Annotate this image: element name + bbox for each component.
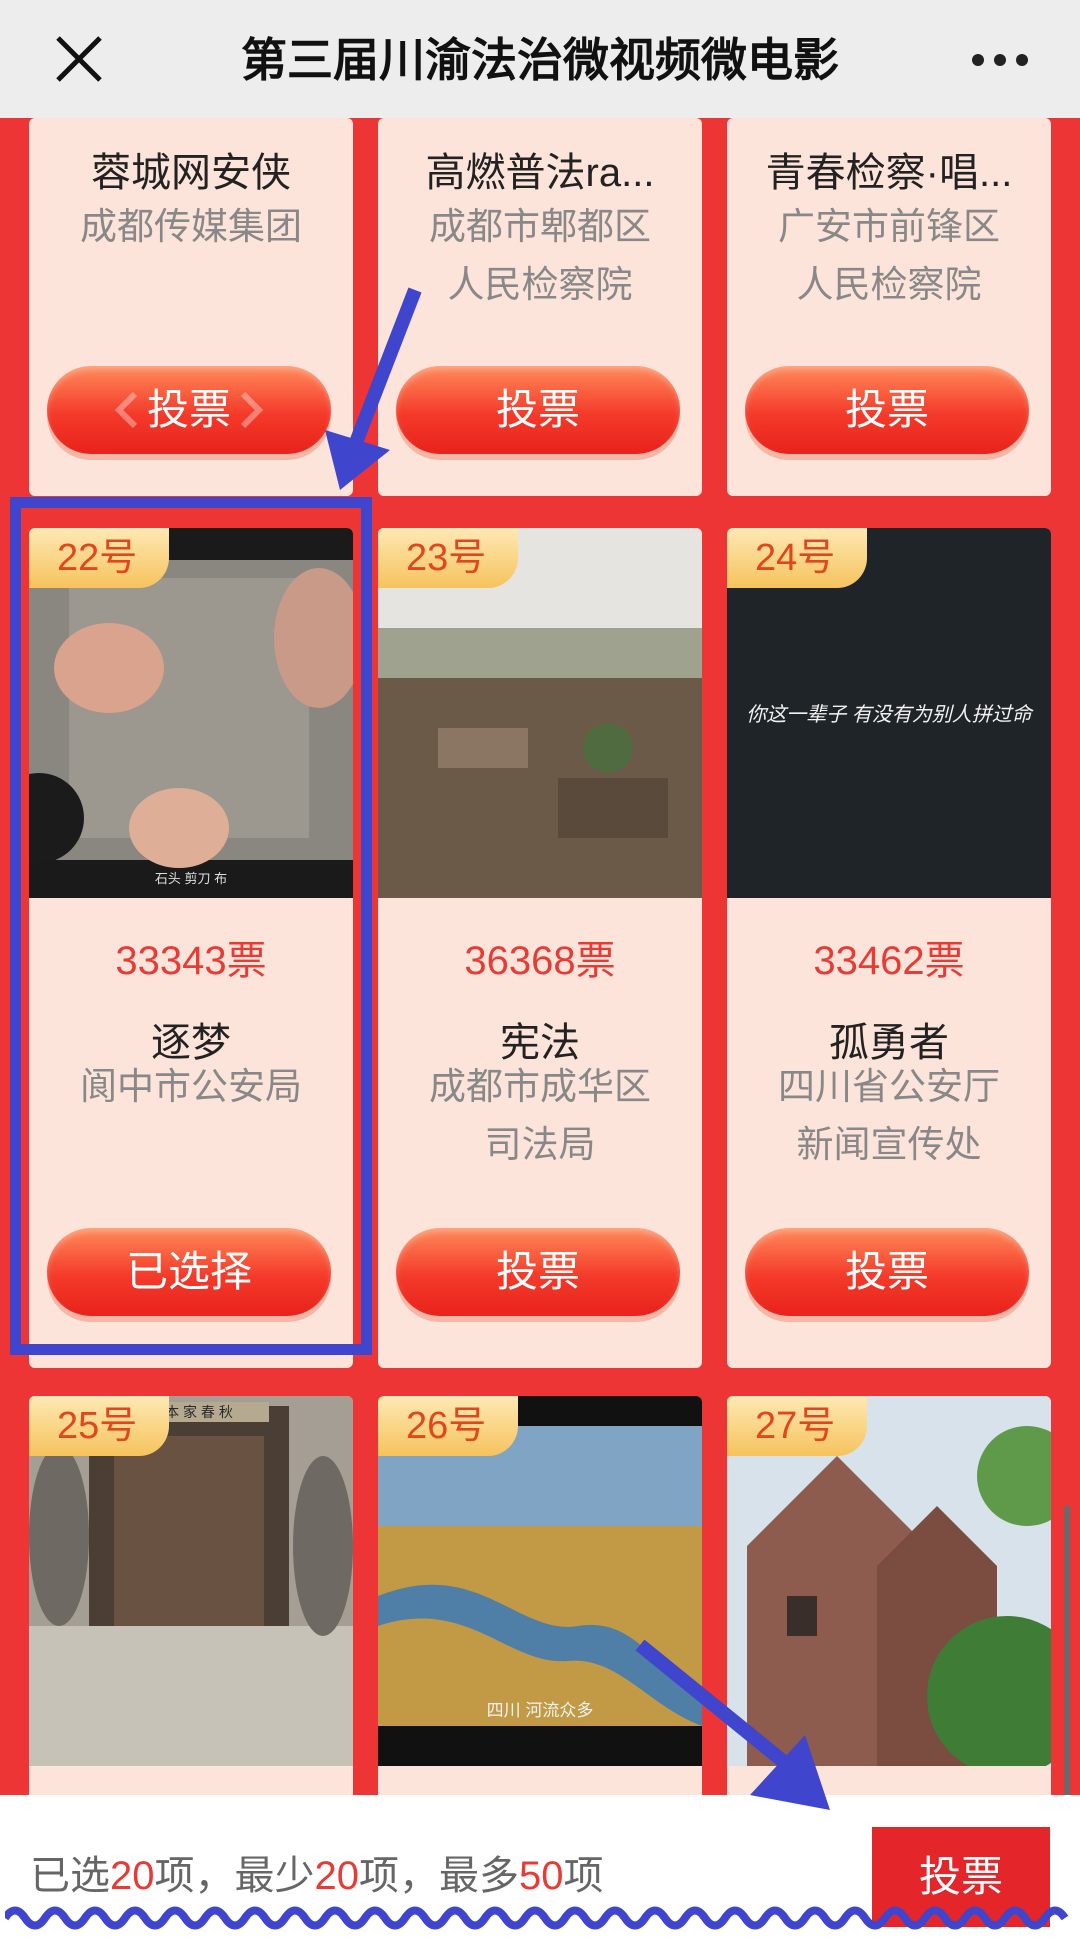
candidate-org: 成都传媒集团 — [80, 206, 302, 247]
number-badge: 26号 — [378, 1396, 518, 1456]
chevron-right-icon — [240, 391, 264, 429]
number-badge: 25号 — [29, 1396, 169, 1456]
vote-count: 36368票 — [464, 939, 616, 983]
candidate-org-line2: 人民检察院 — [447, 264, 633, 305]
vote-button[interactable]: 投票 — [47, 366, 331, 454]
number-badge: 24号 — [727, 528, 867, 588]
candidate-card-24[interactable]: 你这一辈子 有没有为别人拼过命 24号 33462票 孤勇者 四川省公安厅 新闻… — [727, 528, 1051, 1368]
annotation-arrow-down-right — [635, 1639, 830, 1810]
vote-button-label: 投票 — [146, 386, 231, 433]
thumbnail-caption: 你这一辈子 有没有为别人拼过命 — [746, 704, 1032, 726]
video-thumbnail[interactable]: 你这一辈子 有没有为别人拼过命 24号 — [727, 528, 1051, 898]
candidate-card[interactable]: 青春检察·唱... 广安市前锋区 人民检察院 投票 — [727, 118, 1051, 496]
vote-button[interactable]: 投票 — [396, 1228, 680, 1316]
video-thumbnail[interactable]: 23号 — [378, 528, 702, 898]
number-badge: 23号 — [378, 528, 518, 588]
min-count: 20 — [314, 1854, 360, 1898]
max-count: 50 — [519, 1854, 564, 1898]
candidate-org: 成都市成华区 — [429, 1066, 651, 1107]
vote-button-label: 投票 — [844, 386, 929, 433]
selection-highlight-box — [10, 497, 372, 1355]
vote-count: 33462票 — [813, 939, 965, 983]
annotation-wavy-underline — [5, 1906, 1069, 1930]
candidate-org: 广安市前锋区 — [778, 206, 1000, 247]
candidate-org: 成都市郫都区 — [429, 206, 651, 247]
candidate-title: 蓉城网安侠 — [91, 151, 291, 195]
number-badge: 27号 — [727, 1396, 867, 1456]
candidate-org-line2: 人民检察院 — [796, 264, 982, 305]
page-title: 第三届川渝法治微视频微电影 — [241, 34, 839, 86]
candidate-org: 四川省公安厅 — [778, 1066, 1000, 1107]
candidate-org-line2: 司法局 — [484, 1124, 596, 1165]
selection-summary-text: 已选20项，最少20项，最多50项 — [30, 1843, 604, 1901]
candidate-card-23[interactable]: 23号 36368票 宪法 成都市成华区 司法局 投票 — [378, 528, 702, 1368]
scrollbar[interactable] — [1064, 1505, 1070, 1815]
vote-button-label: 投票 — [495, 386, 580, 433]
summary-label: 项，最少 — [154, 1854, 315, 1898]
selected-count: 20 — [110, 1854, 155, 1898]
vote-button[interactable]: 投票 — [745, 366, 1029, 454]
top-bar: 第三届川渝法治微视频微电影 — [0, 0, 1080, 118]
candidate-title: 高燃普法ra... — [425, 151, 655, 195]
candidate-org-line2: 新闻宣传处 — [796, 1124, 982, 1165]
summary-label: 项，最多 — [359, 1854, 519, 1898]
vote-button[interactable]: 投票 — [745, 1228, 1029, 1316]
vote-button-label: 投票 — [844, 1248, 929, 1295]
selection-summary-bar: 已选20项，最少20项，最多50项 投票 — [0, 1795, 1080, 1941]
close-icon[interactable] — [42, 22, 116, 96]
candidate-card[interactable]: 蓉城网安侠 成都传媒集团 投票 — [29, 118, 353, 496]
summary-label: 已选 — [30, 1854, 110, 1898]
more-icon[interactable] — [970, 40, 1030, 80]
annotation-arrow-down-left — [325, 287, 422, 490]
summary-label: 项 — [563, 1854, 604, 1898]
candidate-title: 青春检察·唱... — [765, 151, 1013, 195]
video-thumbnail[interactable]: 本 家 春 秋 25号 — [29, 1396, 353, 1766]
vote-button-label: 投票 — [495, 1248, 580, 1295]
candidate-card-25[interactable]: 本 家 春 秋 25号 — [29, 1396, 353, 1816]
chevron-left-icon — [114, 391, 138, 429]
